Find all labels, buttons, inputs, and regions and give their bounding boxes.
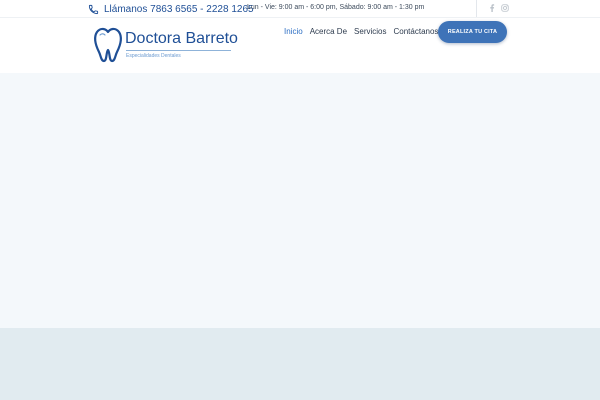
logo-subtitle: Especialidades Dentales (126, 53, 181, 59)
tooth-icon (91, 26, 125, 69)
phone-contact[interactable]: Llámanos 7863 6565 - 2228 1265 (88, 2, 254, 16)
nav-item-servicios[interactable]: Servicios (354, 27, 386, 36)
topbar-divider (476, 0, 477, 17)
nav-item-acerca-de[interactable]: Acerca De (310, 27, 347, 36)
phone-text: Llámanos 7863 6565 - 2228 1265 (104, 3, 254, 15)
site-header: Doctora Barreto Especialidades Dentales … (0, 18, 600, 73)
business-hours: Lun - Vie: 9:00 am - 6:00 pm, Sábado: 9:… (247, 4, 425, 11)
nav-item-contactanos[interactable]: Contáctanos (394, 27, 439, 36)
phone-icon (88, 4, 99, 15)
main-nav: Inicio Acerca De Servicios Contáctanos (284, 27, 438, 36)
nav-item-inicio[interactable]: Inicio (284, 27, 303, 36)
instagram-icon[interactable] (501, 4, 509, 12)
content-band (0, 328, 600, 400)
top-bar: Llámanos 7863 6565 - 2228 1265 Lun - Vie… (0, 0, 600, 18)
hero-section (0, 73, 600, 328)
facebook-icon[interactable] (488, 4, 496, 12)
book-appointment-button[interactable]: REALIZA TU CITA (438, 21, 507, 43)
logo-divider (126, 50, 231, 51)
logo-name: Doctora Barreto (125, 30, 238, 47)
site-logo[interactable]: Doctora Barreto Especialidades Dentales (91, 26, 241, 66)
